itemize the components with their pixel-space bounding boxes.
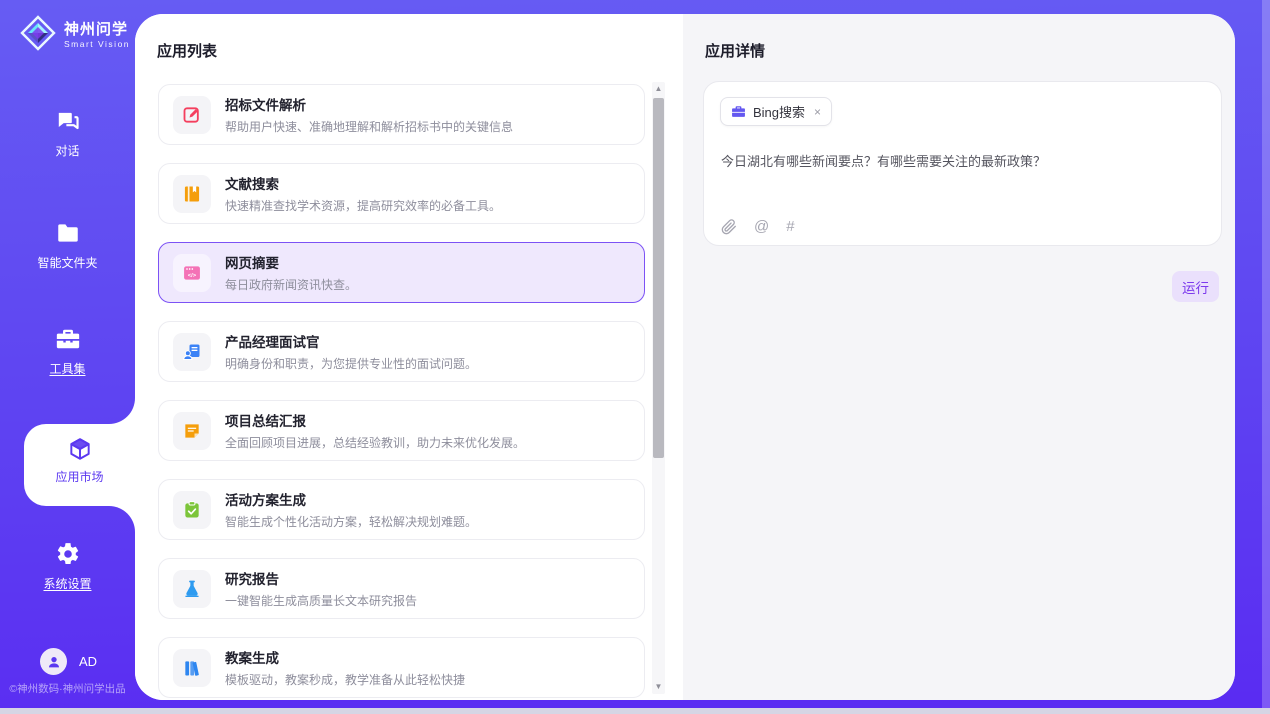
user-name: AD xyxy=(79,654,97,669)
sidebar-item-label: 应用市场 xyxy=(24,468,135,485)
sidebar-item-chat[interactable]: 对话 xyxy=(0,108,135,159)
main-content: 应用列表 招标文件解析 帮助用户快速、准确地理解和解析招标书中的关键信息 xyxy=(135,14,1235,700)
attachment-toolbar: @ # xyxy=(721,218,795,235)
brand-name: 神州问学 xyxy=(64,18,130,39)
plan-check-icon xyxy=(182,500,202,520)
svg-text:</>: </> xyxy=(188,273,197,279)
app-icon-box xyxy=(173,570,211,608)
app-card-pm-interviewer[interactable]: 产品经理面试官 明确身份和职责，为您提供专业性的面试问题。 xyxy=(158,321,645,382)
hashtag-icon[interactable]: # xyxy=(786,218,794,235)
app-card-literature-search[interactable]: 文献搜索 快速精准查找学术资源，提高研究效率的必备工具。 xyxy=(158,163,645,224)
app-card-research-report[interactable]: 研究报告 一键智能生成高质量长文本研究报告 xyxy=(158,558,645,619)
mention-icon[interactable]: @ xyxy=(754,218,769,235)
app-card-bid-parse[interactable]: 招标文件解析 帮助用户快速、准确地理解和解析招标书中的关键信息 xyxy=(158,84,645,145)
run-button[interactable]: 运行 xyxy=(1172,271,1219,302)
cube-icon xyxy=(67,436,93,462)
sidebar-item-smart-folder[interactable]: 智能文件夹 xyxy=(0,220,135,271)
app-icon-box xyxy=(173,649,211,687)
toolbox-icon xyxy=(55,326,81,352)
research-flask-icon xyxy=(182,579,202,599)
app-desc: 一键智能生成高质量长文本研究报告 xyxy=(225,592,417,609)
app-list-panel: 应用列表 招标文件解析 帮助用户快速、准确地理解和解析招标书中的关键信息 xyxy=(135,14,683,700)
app-icon-box xyxy=(173,412,211,450)
app-title: 网页摘要 xyxy=(225,252,357,272)
app-title: 教案生成 xyxy=(225,647,465,667)
app-card-web-summary[interactable]: </> 网页摘要 每日政府新闻资讯快查。 xyxy=(158,242,645,303)
sidebar-item-label: 智能文件夹 xyxy=(0,254,135,271)
app-list-title: 应用列表 xyxy=(157,40,217,61)
app-card-lesson-plan[interactable]: 教案生成 模板驱动，教案秒成，教学准备从此轻松快捷 xyxy=(158,637,645,698)
books-icon xyxy=(182,658,202,678)
app-title: 招标文件解析 xyxy=(225,94,513,114)
app-desc: 模板驱动，教案秒成，教学准备从此轻松快捷 xyxy=(225,671,465,688)
sidebar-footer: ©神州数码·神州问学出品 xyxy=(0,681,135,696)
briefcase-icon xyxy=(731,104,746,119)
sidebar: 神州问学 Smart Vision 对话 智能文件夹 工具集 系统设置 xyxy=(0,0,135,714)
app-desc: 智能生成个性化活动方案，轻松解决规划难题。 xyxy=(225,513,477,530)
window-scroll-strip xyxy=(1262,0,1270,708)
scrollbar-up-arrow[interactable]: ▲ xyxy=(652,82,665,96)
paperclip-icon[interactable] xyxy=(721,219,737,235)
chat-icon xyxy=(55,108,81,134)
window-bottom-edge xyxy=(0,708,1270,714)
sidebar-item-toolset[interactable]: 工具集 xyxy=(0,326,135,377)
app-card-project-summary[interactable]: 项目总结汇报 全面回顾项目进展，总结经验教训，助力未来优化发展。 xyxy=(158,400,645,461)
app-list-scrollbar[interactable]: ▲ ▼ xyxy=(652,82,665,694)
app-icon-box xyxy=(173,96,211,134)
sidebar-item-settings[interactable]: 系统设置 xyxy=(0,541,135,592)
app-title: 产品经理面试官 xyxy=(225,331,477,351)
book-icon xyxy=(182,184,202,204)
sidebar-item-app-market[interactable]: 应用市场 xyxy=(24,424,135,506)
interview-clipboard-icon xyxy=(182,342,202,362)
app-detail-title: 应用详情 xyxy=(705,40,765,61)
scrollbar-thumb[interactable] xyxy=(653,98,664,458)
app-title: 活动方案生成 xyxy=(225,489,477,509)
app-desc: 每日政府新闻资讯快查。 xyxy=(225,276,357,293)
app-detail-panel: 应用详情 Bing搜索 × 今日湖北有哪些新闻要点？有哪些需要关注的最新政策？ … xyxy=(683,14,1235,700)
app-title: 文献搜索 xyxy=(225,173,501,193)
app-title: 研究报告 xyxy=(225,568,417,588)
app-icon-box xyxy=(173,333,211,371)
sidebar-item-label: 工具集 xyxy=(0,360,135,377)
tool-chip-bing-search[interactable]: Bing搜索 × xyxy=(720,97,832,126)
gear-icon xyxy=(55,541,81,567)
brand-logo: 神州问学 Smart Vision xyxy=(20,15,130,51)
user-account[interactable]: AD xyxy=(40,648,97,675)
app-icon-box: </> xyxy=(173,254,211,292)
app-card-event-plan[interactable]: 活动方案生成 智能生成个性化活动方案，轻松解决规划难题。 xyxy=(158,479,645,540)
app-desc: 快速精准查找学术资源，提高研究效率的必备工具。 xyxy=(225,197,501,214)
sticky-note-icon xyxy=(182,421,202,441)
bubble-curve-top xyxy=(109,398,135,424)
bubble-curve-bottom xyxy=(109,506,135,532)
app-desc: 明确身份和职责，为您提供专业性的面试问题。 xyxy=(225,355,477,372)
chip-close-icon[interactable]: × xyxy=(812,105,821,119)
folder-icon xyxy=(55,220,81,246)
app-icon-box xyxy=(173,491,211,529)
doc-edit-icon xyxy=(182,105,202,125)
app-icon-box xyxy=(173,175,211,213)
query-card: Bing搜索 × 今日湖北有哪些新闻要点？有哪些需要关注的最新政策？ @ # xyxy=(703,81,1222,246)
webpage-code-icon: </> xyxy=(182,263,202,283)
app-desc: 全面回顾项目进展，总结经验教训，助力未来优化发展。 xyxy=(225,434,525,451)
sidebar-item-label: 对话 xyxy=(0,142,135,159)
app-title: 项目总结汇报 xyxy=(225,410,525,430)
avatar xyxy=(40,648,67,675)
scrollbar-down-arrow[interactable]: ▼ xyxy=(652,680,665,694)
tool-chip-label: Bing搜索 xyxy=(753,102,805,121)
query-input[interactable]: 今日湖北有哪些新闻要点？有哪些需要关注的最新政策？ xyxy=(721,152,1201,172)
person-icon xyxy=(46,654,62,670)
sidebar-item-label: 系统设置 xyxy=(0,575,135,592)
brand-diamond-icon xyxy=(20,15,56,51)
app-card-list: 招标文件解析 帮助用户快速、准确地理解和解析招标书中的关键信息 文献搜索 快速精… xyxy=(158,84,645,700)
brand-tagline: Smart Vision xyxy=(64,39,130,49)
app-desc: 帮助用户快速、准确地理解和解析招标书中的关键信息 xyxy=(225,118,513,135)
